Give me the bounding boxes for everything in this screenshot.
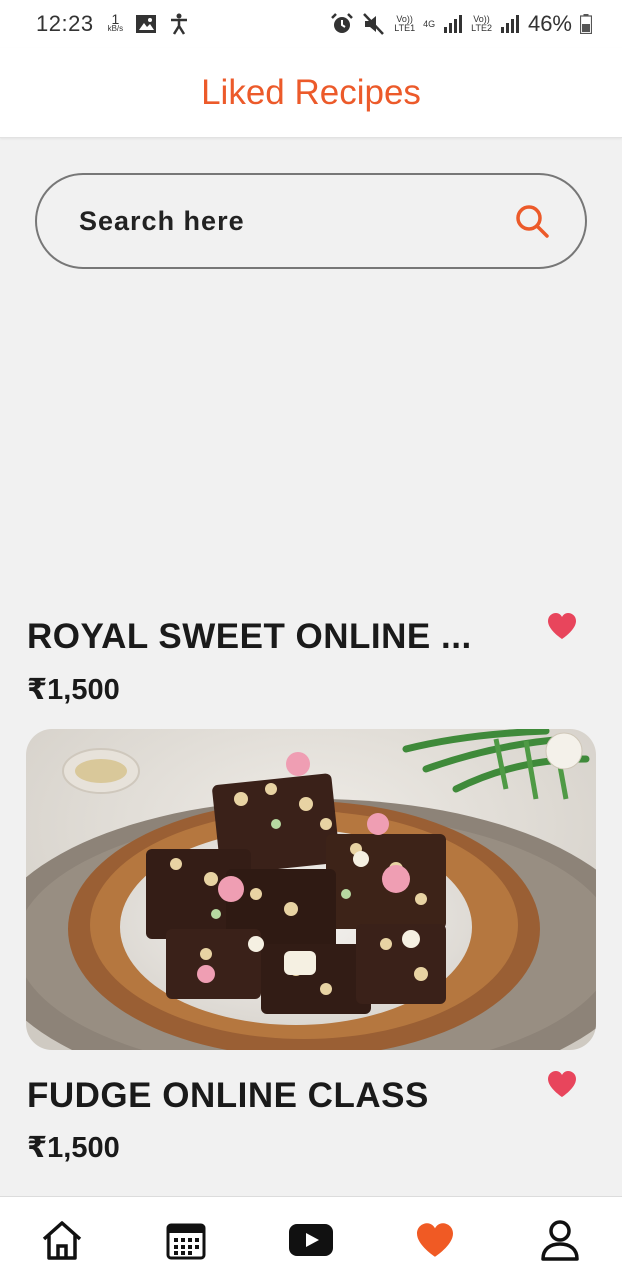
page-title: Liked Recipes	[201, 72, 421, 112]
video-icon[interactable]	[288, 1222, 334, 1258]
mute-icon	[363, 13, 385, 35]
accessibility-icon	[171, 13, 188, 35]
heart-icon[interactable]	[547, 612, 577, 640]
search-input[interactable]	[79, 205, 513, 237]
app-bar: Liked Recipes	[0, 48, 622, 138]
recipe-price: ₹1,500	[27, 1132, 120, 1164]
calendar-icon[interactable]	[165, 1219, 207, 1261]
battery-icon	[580, 14, 592, 34]
heart-icon[interactable]	[547, 1070, 577, 1098]
recipe-price: ₹1,500	[27, 674, 120, 706]
network-type: 4G	[423, 18, 436, 29]
sim2-volte: Vo)) LTE2	[471, 14, 492, 33]
nav-videos[interactable]	[286, 1215, 336, 1265]
bottom-nav	[0, 1196, 622, 1280]
nav-liked[interactable]	[410, 1215, 460, 1265]
profile-icon[interactable]	[539, 1218, 581, 1262]
chocolate-fudge-photo	[26, 729, 596, 1050]
status-time: 12:23	[36, 11, 94, 36]
signal-icon	[500, 15, 519, 33]
search-icon[interactable]	[513, 202, 551, 240]
status-bar: 12:23 1 kB/s Vo)) LTE1 4G Vo)) LTE2 46%	[0, 0, 622, 48]
gallery-icon	[136, 15, 157, 33]
nav-profile[interactable]	[535, 1215, 585, 1265]
recipe-title[interactable]: FUDGE ONLINE CLASS	[27, 1076, 527, 1116]
nav-home[interactable]	[37, 1215, 87, 1265]
search-bar[interactable]	[35, 173, 587, 269]
heart-icon[interactable]	[415, 1222, 455, 1258]
recipe-image[interactable]	[26, 729, 596, 1050]
home-icon[interactable]	[40, 1218, 84, 1262]
sim1-volte: Vo)) LTE1	[394, 14, 416, 33]
battery-percent: 46%	[527, 11, 572, 36]
network-speed: 1 kB/s	[107, 11, 124, 33]
alarm-icon	[331, 13, 354, 33]
nav-calendar[interactable]	[161, 1215, 211, 1265]
signal-icon	[444, 15, 463, 33]
recipe-title[interactable]: ROYAL SWEET ONLINE ...	[27, 617, 527, 657]
